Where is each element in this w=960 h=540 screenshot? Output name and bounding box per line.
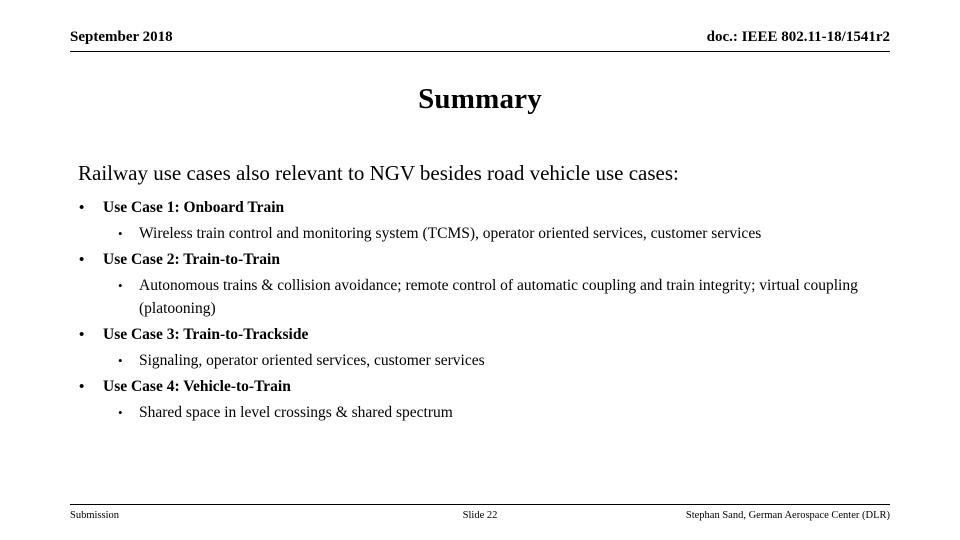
page-title: Summary	[418, 83, 542, 115]
sub-bullet-dot-icon: •	[118, 226, 123, 241]
use-case-group-4: • Use Case 4: Vehicle-to-Train • Shared …	[70, 377, 900, 424]
bullet-level1-label: Use Case 2: Train-to-Train	[103, 251, 280, 268]
bullet-level1-label: Use Case 1: Onboard Train	[103, 199, 285, 216]
header-divider	[70, 51, 890, 52]
bullet-level2-label: Signaling, operator oriented services, c…	[139, 352, 485, 369]
bullet-dot-icon: •	[79, 379, 85, 395]
bullet-dot-icon: •	[79, 252, 85, 268]
use-case-group-3: • Use Case 3: Train-to-Trackside • Signa…	[70, 325, 900, 372]
sub-bullet-dot-icon: •	[118, 405, 123, 420]
bullet-level1-use-case-4: • Use Case 4: Vehicle-to-Train	[70, 377, 900, 397]
slide-canvas: September 2018 doc.: IEEE 802.11-18/1541…	[0, 0, 960, 540]
bullet-level2-label: Wireless train control and monitoring sy…	[139, 225, 762, 242]
header-document-id: doc.: IEEE 802.11-18/1541r2	[706, 29, 890, 45]
bullet-level2-use-case-2: • Autonomous trains & collision avoidanc…	[70, 274, 900, 320]
bullet-level1-use-case-3: • Use Case 3: Train-to-Trackside	[70, 325, 900, 345]
body-intro-text: Railway use cases also relevant to NGV b…	[78, 161, 679, 185]
bullet-level2-use-case-4: • Shared space in level crossings & shar…	[70, 401, 900, 424]
bullet-level2-use-case-1: • Wireless train control and monitoring …	[70, 222, 900, 245]
sub-bullet-dot-icon: •	[118, 278, 123, 293]
bullet-level1-label: Use Case 3: Train-to-Trackside	[103, 326, 309, 343]
slide-footer: Submission Slide 22 Stephan Sand, German…	[70, 509, 890, 527]
use-case-group-2: • Use Case 2: Train-to-Train • Autonomou…	[70, 250, 900, 320]
bullet-dot-icon: •	[79, 200, 85, 216]
footer-author-label: Stephan Sand, German Aerospace Center (D…	[685, 510, 890, 521]
bullet-dot-icon: •	[79, 327, 85, 343]
header-date: September 2018	[70, 29, 173, 45]
bullet-level2-use-case-3: • Signaling, operator oriented services,…	[70, 349, 900, 372]
slide-body: Railway use cases also relevant to NGV b…	[70, 160, 900, 426]
sub-bullet-dot-icon: •	[118, 353, 123, 368]
footer-divider	[70, 504, 890, 505]
bullet-level2-label: Shared space in level crossings & shared…	[139, 404, 453, 421]
bullet-level1-label: Use Case 4: Vehicle-to-Train	[103, 378, 291, 395]
bullet-level1-use-case-1: • Use Case 1: Onboard Train	[70, 198, 900, 218]
bullet-level1-use-case-2: • Use Case 2: Train-to-Train	[70, 250, 900, 270]
bullet-level2-label: Autonomous trains & collision avoidance;…	[139, 277, 858, 317]
use-case-group-1: • Use Case 1: Onboard Train • Wireless t…	[70, 198, 900, 245]
